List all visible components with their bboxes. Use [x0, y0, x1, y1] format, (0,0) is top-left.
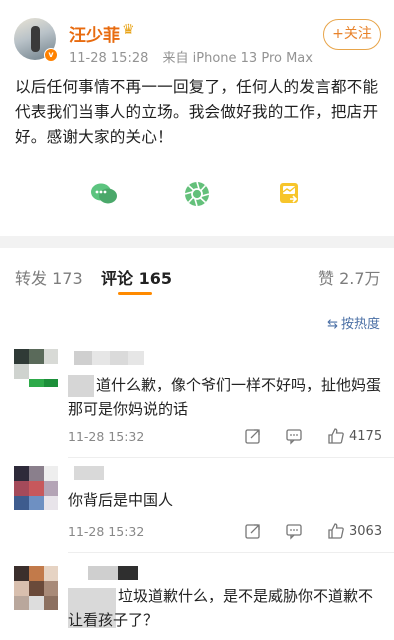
share-button[interactable]: [86, 176, 122, 212]
comment-separator: [68, 457, 394, 458]
comment-text: 你背后是中国人: [68, 491, 174, 509]
comment-username-redacted[interactable]: [74, 466, 104, 480]
comment-share-button[interactable]: [244, 522, 262, 540]
comment-icon: [286, 524, 302, 540]
sort-icon: ⇆: [327, 317, 338, 332]
like-count: 3063: [349, 523, 383, 539]
active-tab-indicator: [118, 292, 152, 295]
follow-button[interactable]: +关注: [323, 19, 381, 50]
like-icon: [280, 183, 298, 203]
comment-time: 11-28 15:32: [68, 524, 145, 539]
author-name[interactable]: 汪少菲: [69, 21, 120, 46]
comment-avatar[interactable]: [14, 566, 58, 610]
comment-username-redacted[interactable]: [88, 566, 138, 580]
post-source: 来自 iPhone 13 Pro Max: [162, 51, 313, 66]
comment-avatar[interactable]: [14, 349, 58, 393]
comment-text: 垃圾道歉什么，是不是威胁你不道歉不让看孩子了？: [68, 587, 374, 629]
post-header: v 汪少菲 ♛ 11-28 15:28 来自 iPhone 13 Pro Max…: [0, 0, 394, 68]
post-actions: [0, 170, 394, 220]
tab-likes[interactable]: 赞 2.7万: [318, 265, 381, 289]
share-icon: [91, 183, 117, 204]
comment-like-button[interactable]: 4175: [327, 427, 382, 445]
post-text: 以后任何事情不再一一回复了，任何人的发言都不能代表我们当事人的立场。我会做好我的…: [15, 78, 379, 146]
comment-avatar[interactable]: [14, 466, 58, 510]
post-meta: 11-28 15:28 来自 iPhone 13 Pro Max: [69, 47, 323, 66]
crown-icon: ♛: [122, 22, 135, 38]
share-icon: [245, 429, 260, 444]
comment-share-button[interactable]: [244, 427, 262, 445]
sort-label: 按热度: [340, 317, 380, 332]
thumbs-up-icon: [328, 428, 344, 444]
tab-repost[interactable]: 转发 173: [15, 265, 83, 289]
like-button[interactable]: [272, 176, 308, 212]
verified-badge-icon: v: [44, 48, 58, 62]
post-time: 11-28 15:28: [69, 51, 149, 66]
sort-toggle[interactable]: ⇆ 按热度: [327, 313, 380, 332]
comment-button[interactable]: [179, 176, 215, 212]
thumbs-up-icon: [328, 523, 344, 539]
comment-text: 道什么歉，像个爷们一样不好吗，扯他妈蛋 那可是你妈说的话: [68, 376, 382, 418]
comment-reply-button[interactable]: [285, 427, 303, 445]
like-count: 4175: [349, 428, 383, 444]
comment-icon: [184, 181, 210, 207]
share-icon: [245, 524, 260, 539]
comment-icon: [286, 429, 302, 445]
comment-separator: [68, 552, 394, 553]
comment-like-button[interactable]: 3063: [327, 522, 382, 540]
section-divider: [0, 236, 394, 248]
tab-comments[interactable]: 评论 165: [101, 265, 172, 289]
comment-reply-button[interactable]: [285, 522, 303, 540]
comment-username-redacted[interactable]: [74, 351, 144, 365]
post-tabs: 转发 173 评论 165 赞 2.7万: [0, 255, 394, 297]
comment-time: 11-28 15:32: [68, 429, 145, 444]
